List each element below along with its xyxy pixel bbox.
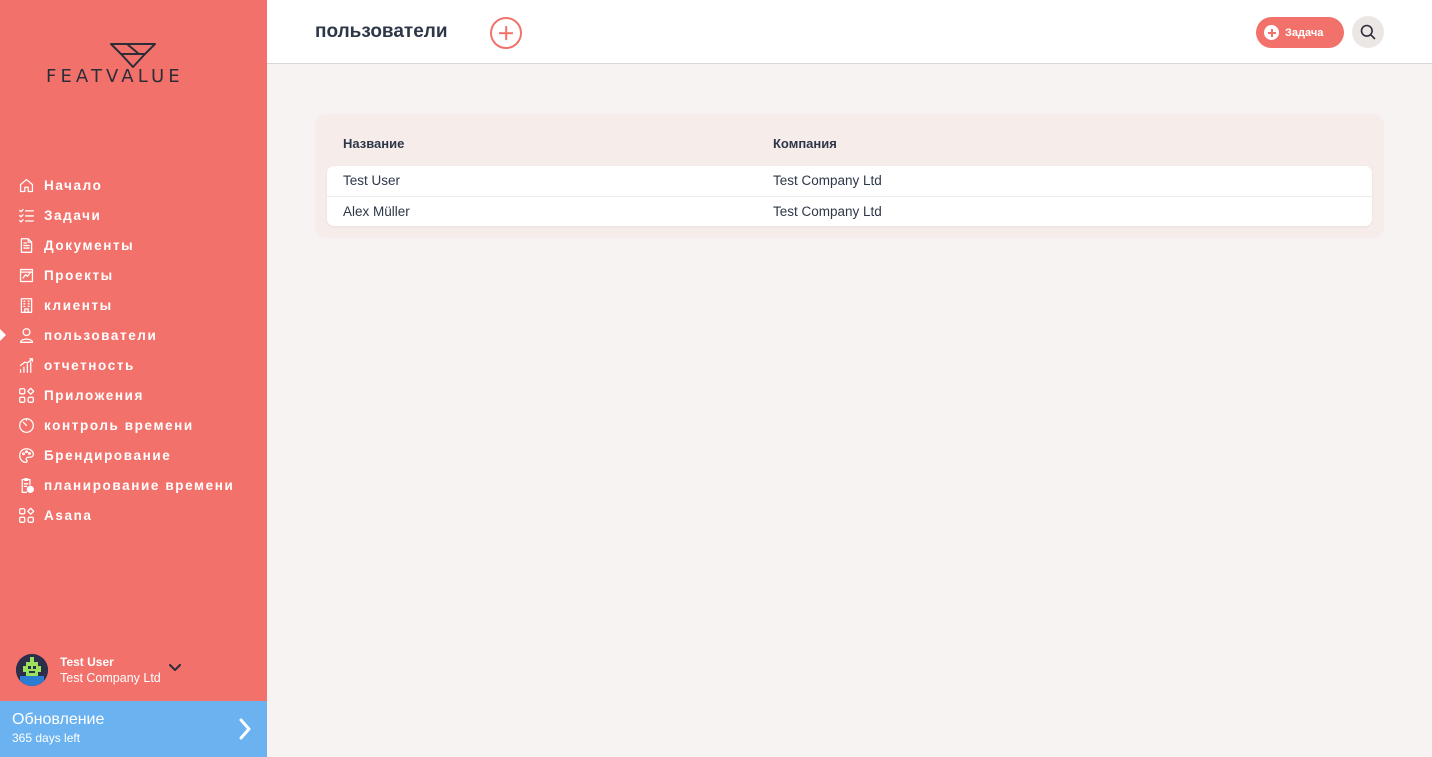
column-header-name[interactable]: Название bbox=[343, 136, 404, 151]
home-icon bbox=[17, 176, 35, 194]
sidebar-item-label: планирование времени bbox=[44, 477, 235, 493]
new-task-button[interactable]: Задача bbox=[1256, 17, 1344, 48]
cell-company: Test Company Ltd bbox=[773, 173, 882, 188]
user-name: Test User bbox=[60, 654, 114, 669]
add-user-button[interactable] bbox=[490, 17, 522, 49]
page-title: пользователи bbox=[315, 21, 448, 42]
sidebar-item-documents[interactable]: Документы bbox=[0, 230, 267, 260]
plus-icon bbox=[1264, 25, 1279, 40]
sidebar-item-label: Задачи bbox=[44, 207, 102, 223]
sidebar-item-label: отчетность bbox=[44, 357, 135, 373]
sidebar-item-label: Проекты bbox=[44, 267, 114, 283]
sidebar-item-branding[interactable]: Брендирование bbox=[0, 440, 267, 470]
sidebar-item-label: пользователи bbox=[44, 327, 158, 343]
upgrade-banner[interactable]: Обновление 365 days left bbox=[0, 701, 267, 757]
user-menu[interactable]: Test User Test Company Ltd bbox=[16, 652, 256, 688]
apps-icon bbox=[17, 506, 35, 524]
sidebar: FEATVALUE Начало Задачи Документы Проект… bbox=[0, 0, 267, 757]
sidebar-item-label: Брендирование bbox=[44, 447, 172, 463]
schedule-icon bbox=[17, 476, 35, 494]
sidebar-item-reporting[interactable]: отчетность bbox=[0, 350, 267, 380]
users-table: Название Компания Test User Test Company… bbox=[315, 114, 1384, 238]
chevron-right-icon bbox=[239, 718, 251, 740]
sidebar-item-label: Приложения bbox=[44, 387, 144, 403]
cell-company: Test Company Ltd bbox=[773, 204, 882, 219]
cell-name: Alex Müller bbox=[343, 204, 410, 219]
search-button[interactable] bbox=[1352, 16, 1384, 48]
projects-icon bbox=[17, 266, 35, 284]
sidebar-item-label: Начало bbox=[44, 177, 103, 193]
sidebar-item-users[interactable]: пользователи bbox=[0, 320, 267, 350]
sidebar-item-label: Документы bbox=[44, 237, 135, 253]
chevron-down-icon[interactable] bbox=[168, 664, 181, 672]
sidebar-item-label: контроль времени bbox=[44, 417, 194, 433]
cell-name: Test User bbox=[343, 173, 401, 188]
sidebar-item-asana[interactable]: Asana bbox=[0, 500, 267, 530]
sidebar-item-tasks[interactable]: Задачи bbox=[0, 200, 267, 230]
avatar bbox=[16, 654, 48, 686]
logo-text: FEATVALUE bbox=[46, 66, 184, 87]
upgrade-days-left: 365 days left bbox=[12, 731, 81, 745]
palette-icon bbox=[17, 446, 35, 464]
apps-icon bbox=[17, 386, 35, 404]
sidebar-item-projects[interactable]: Проекты bbox=[0, 260, 267, 290]
sidebar-item-label: клиенты bbox=[44, 297, 113, 313]
featvalue-logo[interactable]: FEATVALUE bbox=[46, 40, 221, 90]
user-icon bbox=[17, 326, 35, 344]
sidebar-nav: Начало Задачи Документы Проекты клиенты … bbox=[0, 170, 267, 530]
upgrade-title: Обновление bbox=[12, 711, 105, 728]
sidebar-item-time-planning[interactable]: планирование времени bbox=[0, 470, 267, 500]
sidebar-item-time-tracking[interactable]: контроль времени bbox=[0, 410, 267, 440]
sidebar-item-home[interactable]: Начало bbox=[0, 170, 267, 200]
sidebar-item-clients[interactable]: клиенты bbox=[0, 290, 267, 320]
document-icon bbox=[17, 236, 35, 254]
timer-icon bbox=[17, 416, 35, 434]
sidebar-item-label: Asana bbox=[44, 507, 93, 523]
avatar-icon bbox=[16, 654, 48, 686]
column-header-company[interactable]: Компания bbox=[773, 136, 837, 151]
top-header: пользователи Задача bbox=[267, 0, 1432, 64]
table-row[interactable]: Alex Müller Test Company Ltd bbox=[327, 196, 1372, 226]
new-task-label: Задача bbox=[1285, 26, 1324, 39]
logo-mark-icon bbox=[110, 43, 156, 68]
sidebar-item-apps[interactable]: Приложения bbox=[0, 380, 267, 410]
building-icon bbox=[17, 296, 35, 314]
table-row[interactable]: Test User Test Company Ltd bbox=[327, 166, 1372, 196]
table-body: Test User Test Company Ltd Alex Müller T… bbox=[327, 166, 1372, 226]
search-icon bbox=[1360, 24, 1376, 40]
tasks-icon bbox=[17, 206, 35, 224]
reporting-icon bbox=[17, 356, 35, 374]
user-company: Test Company Ltd bbox=[60, 670, 161, 685]
